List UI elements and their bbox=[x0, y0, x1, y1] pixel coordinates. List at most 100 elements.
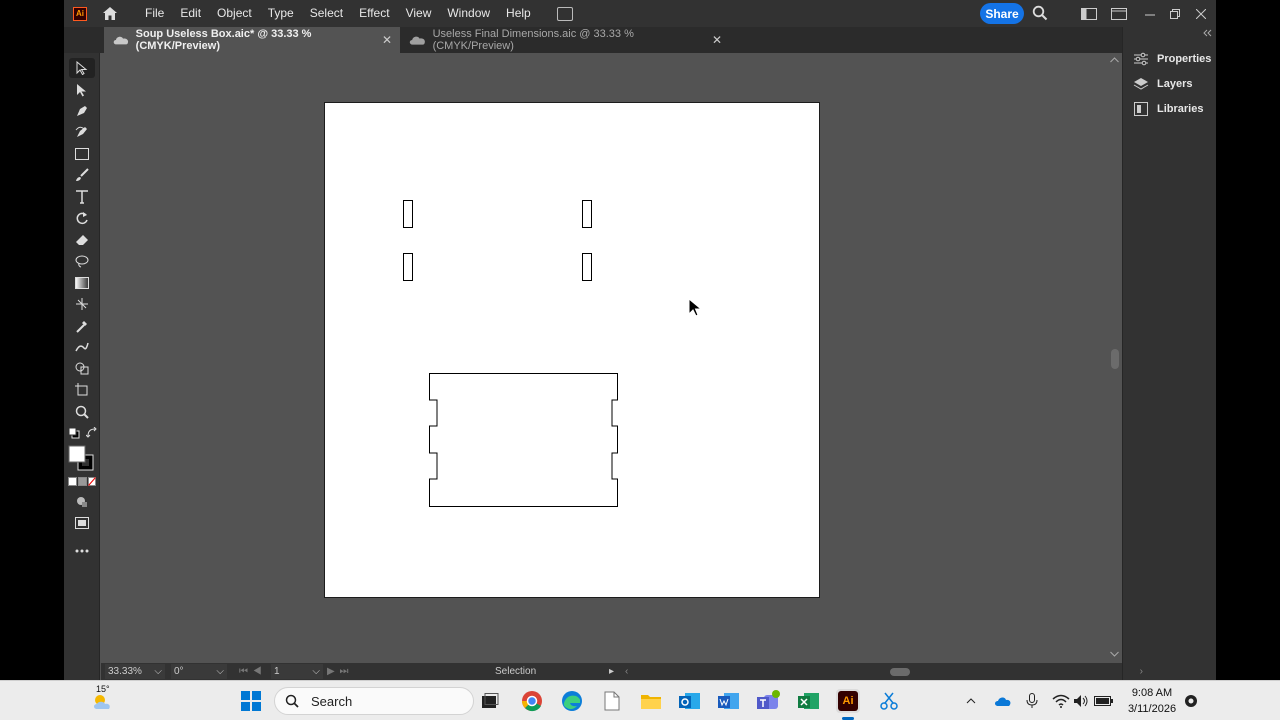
chevron-down-icon[interactable]: ⌵ bbox=[154, 666, 162, 677]
chrome-icon[interactable] bbox=[520, 689, 544, 713]
menu-edit[interactable]: Edit bbox=[172, 0, 209, 27]
shape-builder-tool-icon[interactable] bbox=[73, 359, 91, 377]
volume-icon[interactable] bbox=[1071, 689, 1091, 713]
minimize-icon[interactable] bbox=[1138, 0, 1162, 27]
horizontal-scrollbar[interactable]: ‹ › bbox=[625, 664, 1163, 679]
microphone-icon[interactable] bbox=[1022, 689, 1042, 713]
snipping-tool-icon[interactable] bbox=[877, 689, 901, 713]
screen-mode-icon[interactable] bbox=[73, 514, 91, 532]
maximize-icon[interactable] bbox=[1163, 0, 1187, 27]
drawing-mode-icon[interactable] bbox=[73, 493, 91, 511]
rotate-tool-icon[interactable] bbox=[73, 209, 91, 227]
menu-view[interactable]: View bbox=[398, 0, 440, 27]
search-icon[interactable] bbox=[1032, 5, 1050, 23]
vertical-scrollbar[interactable] bbox=[1107, 53, 1122, 663]
share-button[interactable]: Share bbox=[980, 3, 1024, 24]
tab-useless-final-dimensions[interactable]: Useless Final Dimensions.aic @ 33.33 % (… bbox=[400, 27, 730, 53]
tab-slot-shape[interactable] bbox=[403, 253, 413, 281]
illustrator-window: Ai File Edit Object Type Select Effect V… bbox=[64, 0, 1216, 680]
swap-colors-icon[interactable] bbox=[86, 427, 98, 439]
horizontal-scroll-thumb[interactable] bbox=[890, 667, 911, 676]
direct-selection-tool-icon[interactable] bbox=[73, 81, 91, 99]
zoom-tool-icon[interactable] bbox=[73, 403, 91, 421]
rotation-field[interactable]: 0° ⌵ bbox=[171, 664, 227, 679]
notification-settings-icon[interactable] bbox=[1181, 689, 1201, 713]
properties-label: Properties bbox=[1157, 53, 1212, 65]
type-tool-icon[interactable] bbox=[73, 188, 91, 206]
eyedropper-tool-icon[interactable] bbox=[73, 317, 91, 335]
taskbar-search-box[interactable]: Search bbox=[274, 687, 474, 715]
arrange-documents-icon[interactable] bbox=[556, 6, 573, 21]
battery-icon[interactable] bbox=[1093, 689, 1115, 713]
box-panel-shape[interactable] bbox=[428, 372, 620, 510]
close-window-icon[interactable] bbox=[1189, 0, 1213, 27]
wifi-icon[interactable] bbox=[1050, 689, 1072, 713]
status-menu-arrow-icon[interactable]: ▸ bbox=[609, 664, 621, 679]
workspace-switcher-icon[interactable] bbox=[1077, 0, 1101, 27]
file-icon[interactable] bbox=[600, 689, 624, 713]
vertical-scroll-thumb[interactable] bbox=[1111, 349, 1119, 369]
artboard[interactable] bbox=[324, 102, 820, 598]
start-menu-icon[interactable] bbox=[239, 689, 263, 713]
canvas-workspace[interactable] bbox=[101, 53, 1107, 663]
properties-icon bbox=[1134, 52, 1148, 66]
curvature-tool-icon[interactable] bbox=[73, 123, 91, 141]
menu-select[interactable]: Select bbox=[302, 0, 351, 27]
word-icon[interactable] bbox=[717, 689, 741, 713]
tab-slot-shape[interactable] bbox=[403, 200, 413, 228]
chevron-down-icon[interactable]: ⌵ bbox=[312, 666, 320, 677]
color-mode-buttons[interactable] bbox=[68, 476, 96, 488]
gradient-tool-icon[interactable] bbox=[73, 274, 91, 292]
collapse-panel-icon[interactable] bbox=[1203, 29, 1213, 37]
close-tab-icon[interactable]: ✕ bbox=[712, 33, 722, 47]
illustrator-taskbar-icon[interactable]: Ai bbox=[836, 689, 860, 713]
current-tool-status: Selection bbox=[495, 664, 545, 679]
task-view-icon[interactable] bbox=[478, 689, 502, 713]
menu-bar: Ai File Edit Object Type Select Effect V… bbox=[64, 0, 1216, 27]
mesh-tool-icon[interactable] bbox=[73, 295, 91, 313]
fill-stroke-swatches[interactable] bbox=[68, 445, 96, 473]
close-tab-icon[interactable]: ✕ bbox=[382, 33, 392, 47]
excel-icon[interactable] bbox=[797, 689, 821, 713]
tab-slot-shape[interactable] bbox=[582, 200, 592, 228]
menu-effect[interactable]: Effect bbox=[351, 0, 397, 27]
system-clock[interactable]: 9:08 AM 3/11/2026 bbox=[1120, 685, 1184, 717]
menu-type[interactable]: Type bbox=[260, 0, 302, 27]
libraries-panel-button[interactable]: Libraries bbox=[1133, 99, 1203, 119]
tab-soup-useless-box[interactable]: Soup Useless Box.aic* @ 33.33 % (CMYK/Pr… bbox=[104, 27, 400, 53]
outlook-icon[interactable] bbox=[678, 689, 702, 713]
tab-slot-shape[interactable] bbox=[582, 253, 592, 281]
eraser-tool-icon[interactable] bbox=[73, 231, 91, 249]
panel-layout-icon[interactable] bbox=[1107, 0, 1131, 27]
properties-panel-button[interactable]: Properties bbox=[1133, 49, 1211, 69]
default-colors-icon[interactable] bbox=[68, 427, 80, 439]
menu-help[interactable]: Help bbox=[498, 0, 539, 27]
paintbrush-tool-icon[interactable] bbox=[73, 166, 91, 184]
teams-icon[interactable] bbox=[757, 689, 781, 713]
menu-file[interactable]: File bbox=[137, 0, 172, 27]
artboard-nav-next[interactable]: ▶ ⏭ bbox=[327, 664, 357, 679]
home-icon[interactable] bbox=[101, 5, 119, 23]
menu-object[interactable]: Object bbox=[209, 0, 260, 27]
pen-tool-icon[interactable] bbox=[73, 102, 91, 120]
layers-panel-button[interactable]: Layers bbox=[1133, 74, 1192, 94]
libraries-label: Libraries bbox=[1157, 103, 1204, 115]
lasso-tool-icon[interactable] bbox=[73, 252, 91, 270]
selection-tool-icon[interactable] bbox=[73, 59, 91, 77]
scroll-down-icon[interactable] bbox=[1110, 651, 1119, 657]
artboard-tool-icon[interactable] bbox=[73, 381, 91, 399]
edge-icon[interactable] bbox=[560, 689, 584, 713]
artboard-number-field[interactable]: 1 ⌵ bbox=[271, 664, 323, 679]
menu-window[interactable]: Window bbox=[439, 0, 498, 27]
blend-tool-icon[interactable] bbox=[73, 338, 91, 356]
onedrive-icon[interactable] bbox=[993, 689, 1013, 713]
show-hidden-icons-icon[interactable] bbox=[963, 689, 979, 713]
file-explorer-icon[interactable] bbox=[639, 689, 663, 713]
zoom-field[interactable]: 33.33% ⌵ bbox=[105, 664, 165, 679]
rectangle-tool-icon[interactable] bbox=[73, 145, 91, 163]
weather-widget[interactable]: 15° bbox=[84, 684, 120, 713]
artboard-nav-prev[interactable]: ⏮ ◀ bbox=[239, 664, 269, 679]
chevron-down-icon[interactable]: ⌵ bbox=[216, 666, 224, 677]
more-tools-icon[interactable] bbox=[73, 542, 91, 560]
scroll-up-icon[interactable] bbox=[1110, 57, 1119, 63]
